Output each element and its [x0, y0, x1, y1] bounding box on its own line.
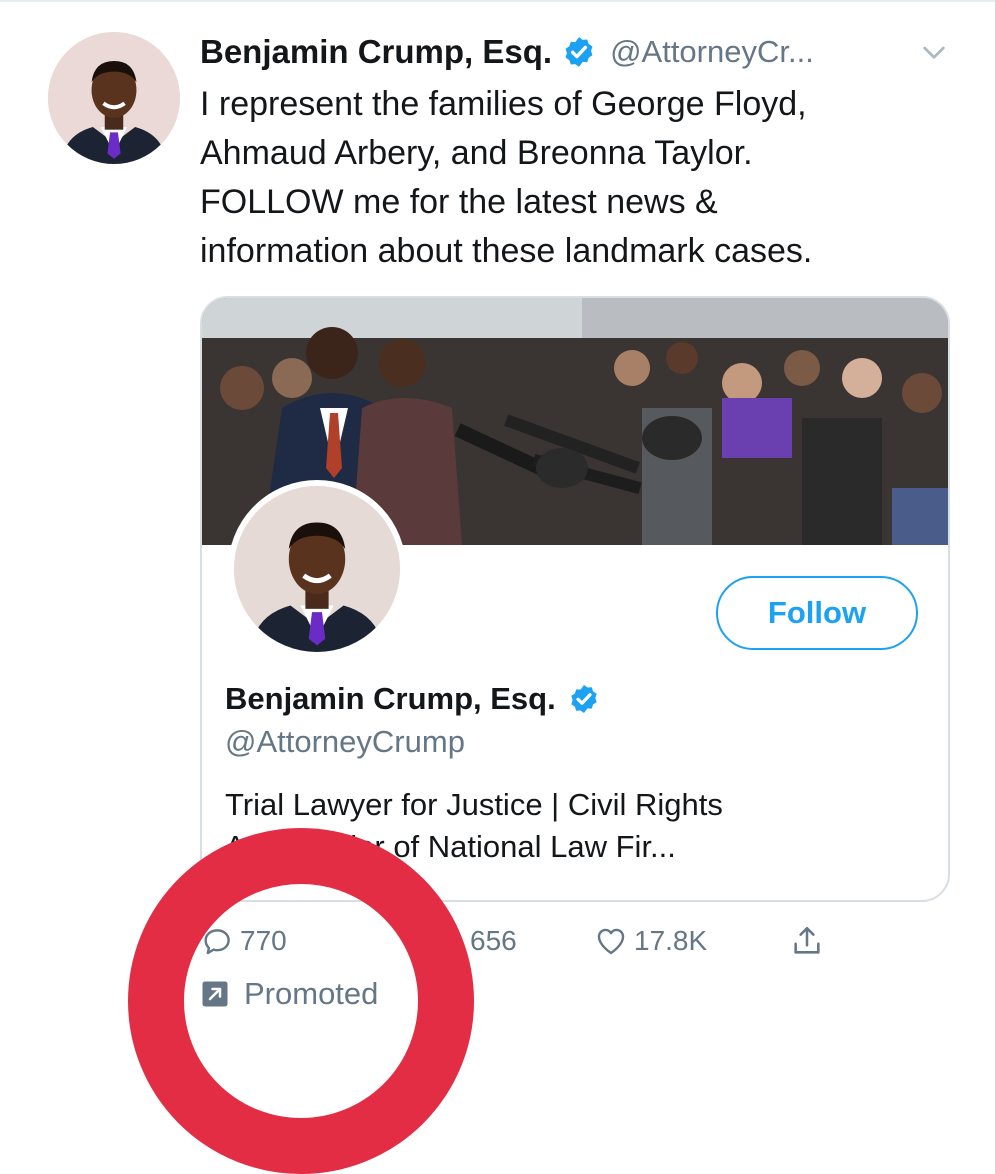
profile-card-avatar[interactable] [228, 480, 406, 658]
reply-count: 770 [240, 925, 287, 956]
reply-icon [204, 929, 230, 955]
tweet-text-line: FOLLOW me for the latest news & [200, 183, 718, 221]
card-bio-line: Trial Lawyer for Justice | Civil Rights [225, 787, 723, 822]
tweet-text-line: I represent the families of George Floyd… [200, 85, 807, 123]
verified-badge-icon [562, 35, 596, 69]
like-button[interactable]: 17.8K [594, 916, 707, 966]
tweet-author-avatar[interactable] [48, 32, 180, 164]
tweet-header: Benjamin Crump, Esq. @AttorneyCr... [200, 30, 814, 74]
card-bio-line: A | Founder of National Law Fir... [225, 829, 676, 864]
tweet-text: I represent the families of George Floyd… [200, 80, 960, 276]
card-name-row: Benjamin Crump, Esq. [225, 678, 600, 720]
reply-button[interactable]: 770 [200, 916, 287, 966]
heart-icon [597, 928, 625, 955]
tweet-text-line: Ahmaud Arbery, and Breonna Taylor. [200, 134, 753, 172]
retweet-button[interactable]: 656 [470, 916, 517, 966]
tweet-author-name[interactable]: Benjamin Crump, Esq. [200, 33, 552, 71]
tweet-author-handle[interactable]: @AttorneyCr... [610, 34, 814, 70]
retweet-count: 656 [470, 925, 517, 956]
share-icon [794, 926, 820, 954]
top-divider [0, 0, 995, 2]
card-bio: Trial Lawyer for Justice | Civil Rights … [225, 784, 925, 868]
chevron-down-icon[interactable] [918, 36, 950, 68]
tweet-text-line: information about these landmark cases. [200, 232, 813, 270]
share-button[interactable] [790, 916, 830, 966]
like-count: 17.8K [634, 925, 708, 956]
tweet-actions: 770 656 17.8K [0, 916, 995, 966]
card-handle[interactable]: @AttorneyCrump [225, 724, 465, 760]
promoted-label: Promoted [244, 976, 379, 1011]
promoted-arrow-icon [202, 981, 228, 1007]
verified-badge-icon [568, 683, 600, 715]
follow-button[interactable]: Follow [716, 576, 918, 650]
card-display-name[interactable]: Benjamin Crump, Esq. [225, 681, 556, 717]
promoted-label-row[interactable]: Promoted [200, 972, 378, 1016]
